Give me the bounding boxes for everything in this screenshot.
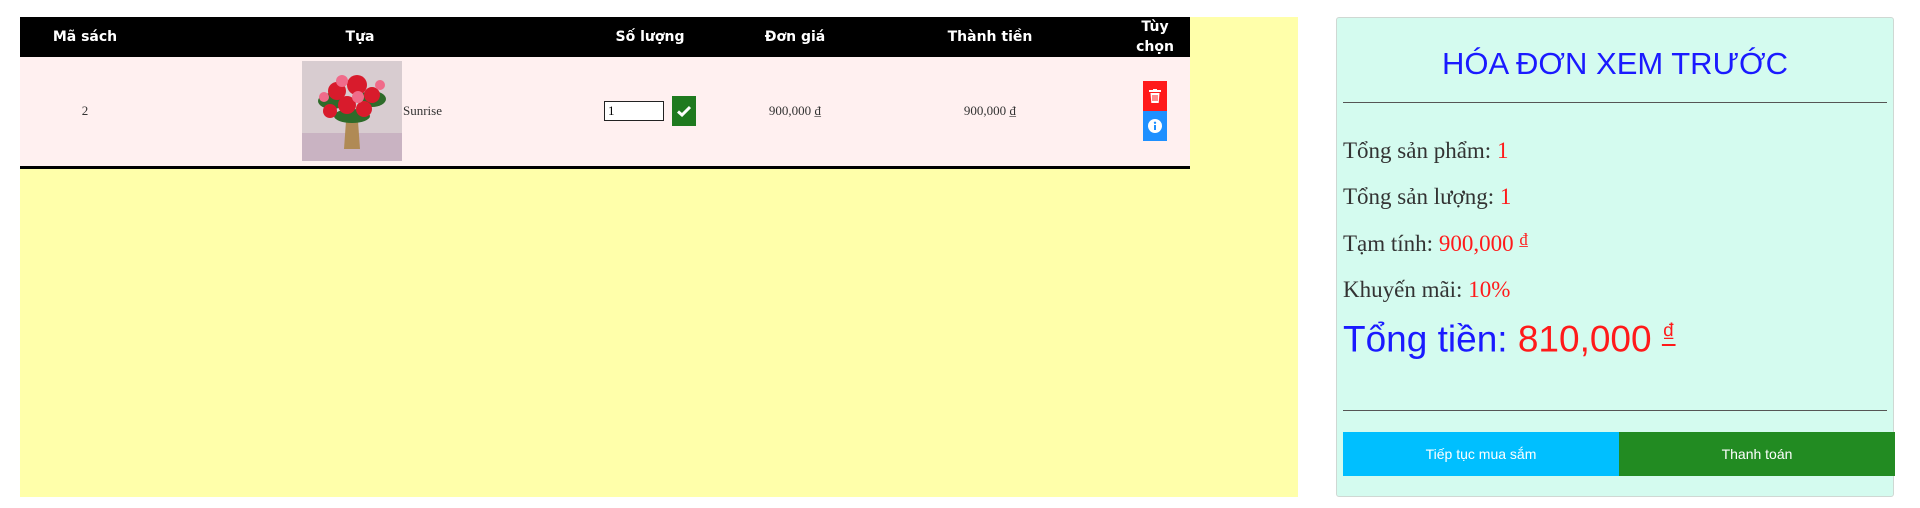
grand-total-line: Tổng tiền: 810,000 ₫: [1343, 318, 1676, 360]
currency-symbol: ₫: [1661, 318, 1676, 348]
total-quantity-line: Tổng sản lượng: 1: [1343, 184, 1511, 210]
header-line-total: Thành tiền: [947, 29, 1033, 45]
unit-price: 900,000 ₫: [768, 103, 822, 119]
grand-total-value: 810,000: [1517, 318, 1652, 360]
total-products-label: Tổng sản phẩm:: [1343, 138, 1492, 163]
total-products-value: 1: [1496, 138, 1509, 163]
check-icon: [677, 106, 691, 118]
discount-value: 10%: [1468, 277, 1511, 302]
discount-line: Khuyến mãi: 10%: [1343, 277, 1510, 303]
book-image: [302, 61, 402, 162]
invoice-preview-panel: HÓA ĐƠN XEM TRƯỚC Tổng sản phẩm: 1 Tổng …: [1336, 17, 1895, 497]
table-row: 2 Sunrise 1 900,000 ₫ 900,000 ₫: [20, 57, 1190, 167]
header-unit-price: Đơn giá: [764, 29, 826, 45]
total-quantity-value: 1: [1499, 184, 1512, 209]
discount-label: Khuyến mãi:: [1343, 277, 1463, 302]
checkout-button[interactable]: Thanh toán: [1619, 432, 1895, 476]
book-title: Sunrise: [403, 103, 442, 119]
update-quantity-button[interactable]: [672, 96, 696, 127]
currency-symbol: ₫: [1519, 230, 1528, 249]
table-header-row: Mã sách Tựa Số lượng Đơn giá Thành tiền …: [20, 17, 1190, 57]
divider: [1343, 410, 1887, 411]
subtotal-line: Tạm tính: 900,000 ₫: [1343, 230, 1528, 257]
subtotal-value: 900,000: [1438, 230, 1514, 256]
trash-icon: [1149, 89, 1161, 104]
cart-area: Mã sách Tựa Số lượng Đơn giá Thành tiền …: [20, 17, 1298, 497]
subtotal-label: Tạm tính:: [1343, 230, 1434, 256]
line-total: 900,000 ₫: [963, 103, 1017, 119]
total-products-line: Tổng sản phẩm: 1: [1343, 138, 1508, 164]
grand-total-label: Tổng tiền:: [1343, 318, 1508, 360]
divider: [1343, 102, 1887, 103]
header-quantity: Số lượng: [615, 29, 685, 45]
header-id: Mã sách: [52, 29, 118, 45]
options-cell: [1120, 57, 1190, 167]
header-options: Tùy chọn: [1136, 19, 1174, 55]
details-button[interactable]: [1143, 111, 1167, 142]
quantity-cell: [570, 57, 730, 167]
invoice-title: HÓA ĐƠN XEM TRƯỚC: [1441, 46, 1789, 81]
quantity-input[interactable]: [604, 101, 664, 122]
total-quantity-label: Tổng sản lượng:: [1343, 184, 1495, 209]
delete-button[interactable]: [1143, 81, 1167, 112]
info-icon: [1148, 119, 1162, 134]
cart-table: Mã sách Tựa Số lượng Đơn giá Thành tiền …: [20, 17, 1190, 169]
header-title: Tựa: [345, 29, 375, 45]
book-id: 2: [81, 103, 89, 119]
title-cell: Sunrise: [150, 57, 570, 167]
continue-shopping-button[interactable]: Tiếp tục mua sắm: [1343, 432, 1619, 476]
